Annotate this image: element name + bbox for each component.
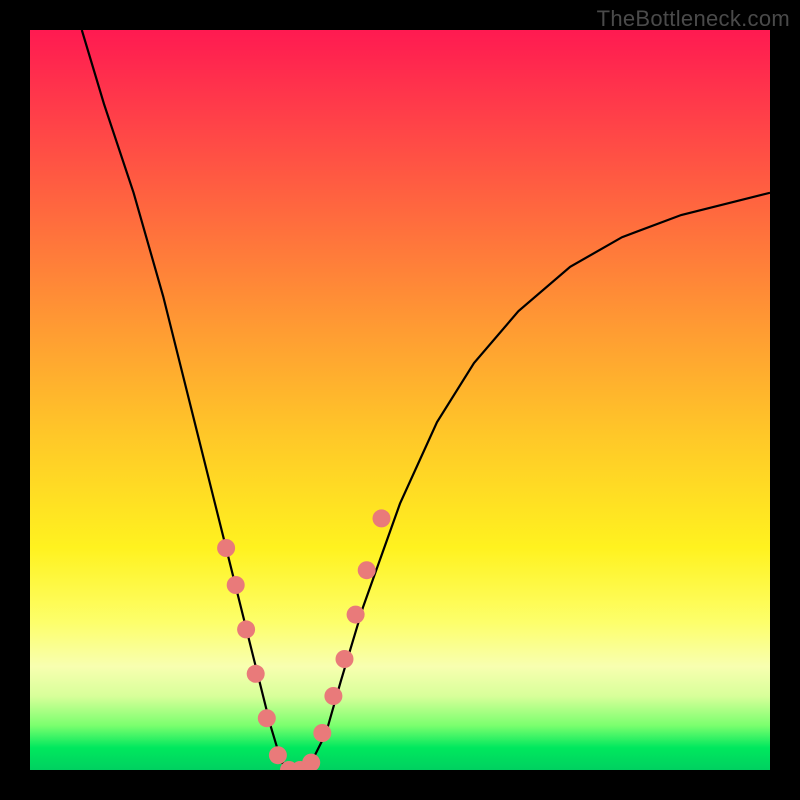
curve-dot (227, 576, 245, 594)
curve-dot (302, 754, 320, 770)
curve-dot (373, 509, 391, 527)
outer-frame: TheBottleneck.com (0, 0, 800, 800)
curve-dot (258, 709, 276, 727)
curve-dot (217, 539, 235, 557)
curve-dot (358, 561, 376, 579)
curve-dot (313, 724, 331, 742)
chart-overlay (30, 30, 770, 770)
watermark-text: TheBottleneck.com (597, 6, 790, 32)
curve-dot (269, 746, 287, 764)
bottleneck-curve (82, 30, 770, 770)
curve-dot (247, 665, 265, 683)
curve-dot (347, 606, 365, 624)
curve-dot (237, 620, 255, 638)
marked-points (217, 509, 390, 770)
curve-dot (324, 687, 342, 705)
curve-dot (336, 650, 354, 668)
